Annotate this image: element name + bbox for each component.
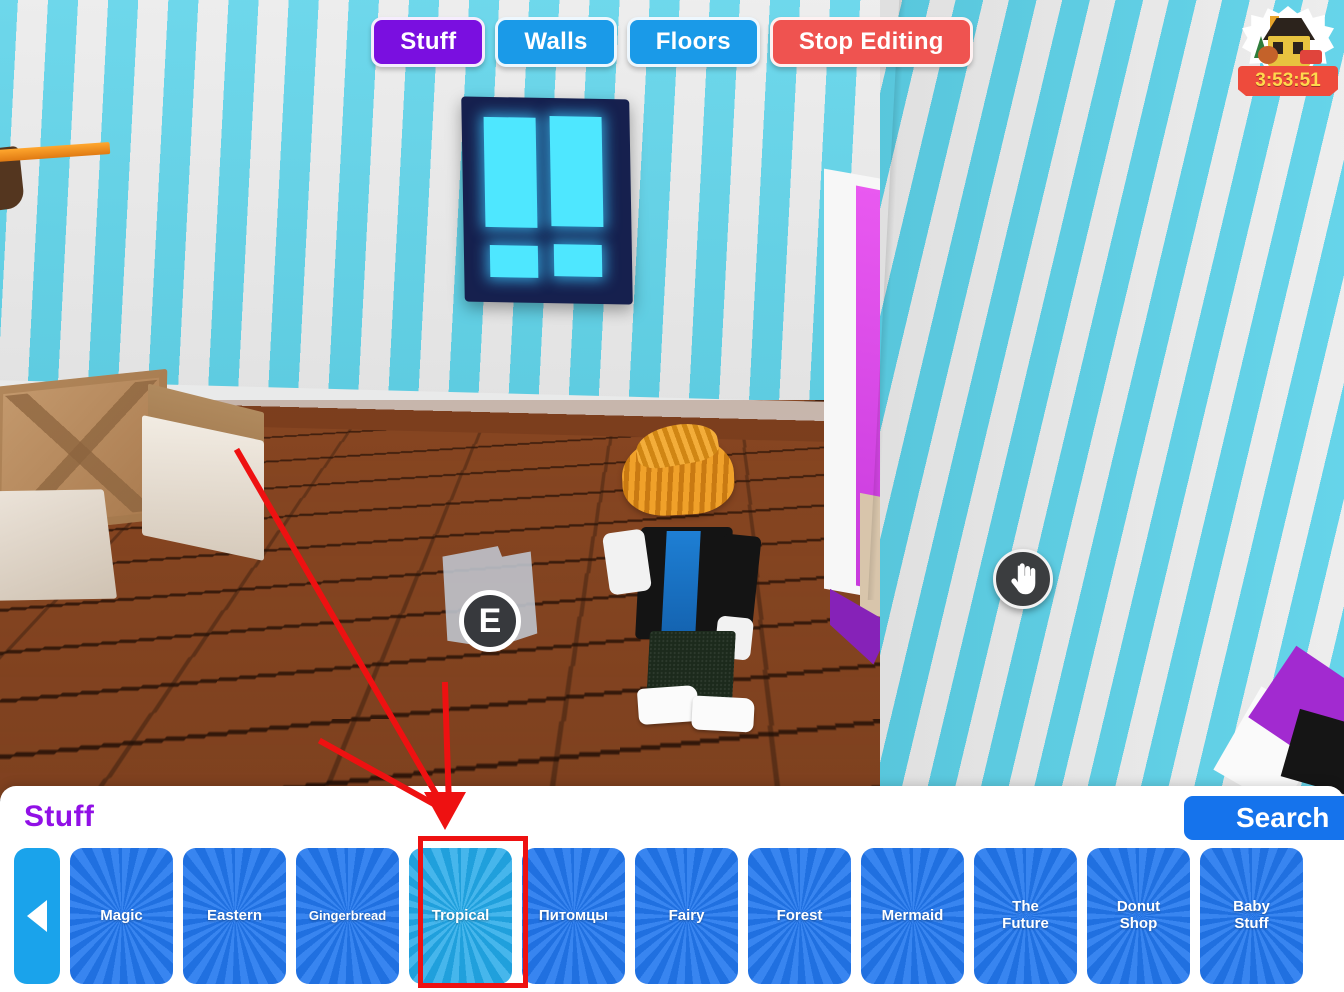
tab-stuff[interactable]: Stuff (371, 17, 486, 67)
window-pane (483, 116, 538, 228)
house-bush (1258, 46, 1278, 64)
cardboard-box[interactable] (0, 489, 118, 601)
tab-floors[interactable]: Floors (626, 17, 760, 67)
avatar-left-shoe (636, 684, 700, 726)
category-card-label: Magic (100, 906, 143, 924)
panel-title: Stuff (24, 800, 95, 833)
category-card[interactable]: Baby Stuff (1200, 848, 1303, 984)
e-key-prompt-icon[interactable]: E (459, 590, 521, 652)
wall-window[interactable] (461, 96, 633, 305)
house-timer-badge[interactable]: 3:53:51 (1238, 4, 1338, 108)
build-mode-toolbar: Stuff Walls Floors Stop Editing (0, 17, 1344, 67)
game-viewport[interactable]: E (0, 0, 1344, 800)
category-card[interactable]: Питомцы (522, 848, 625, 984)
category-card-label: The Future (1002, 898, 1049, 932)
avatar-shirt (661, 531, 701, 635)
window-pane (549, 116, 604, 227)
category-card-label: Mermaid (881, 906, 944, 924)
category-card-label: Eastern (206, 906, 263, 924)
house-timer-text: 3:53:51 (1238, 66, 1338, 96)
category-card[interactable]: Eastern (183, 848, 286, 984)
window-pane (553, 244, 603, 277)
category-card-list: Magic Eastern Gingerbread Tropical Питомцы Fa… (14, 848, 1344, 984)
category-card-label: Baby Stuff (1233, 898, 1270, 932)
stuff-panel: Stuff Search Magic Eastern Gingerbread Trop… (0, 786, 1344, 992)
category-card[interactable]: Tropical (409, 848, 512, 984)
category-card[interactable]: Gingerbread (296, 848, 399, 984)
avatar-left-arm (601, 528, 653, 596)
search-button[interactable]: Search (1184, 796, 1344, 840)
scroll-left-button[interactable] (14, 848, 60, 984)
category-card[interactable]: The Future (974, 848, 1077, 984)
category-card[interactable]: Fairy (635, 848, 738, 984)
game-screen: E Stuff Walls Floors Stop Editing 3:53:5… (0, 0, 1344, 992)
category-card[interactable]: Forest (748, 848, 851, 984)
cardboard-box[interactable] (142, 415, 264, 561)
player-avatar[interactable] (600, 418, 770, 733)
chevron-left-icon (27, 900, 47, 932)
stop-editing-button[interactable]: Stop Editing (769, 17, 973, 67)
category-card-label: Питомцы (538, 906, 609, 924)
category-card[interactable]: Magic (70, 848, 173, 984)
house-badge-icon (1254, 16, 1322, 68)
category-card-label: Tropical (431, 906, 490, 924)
category-card-label: Gingerbread (308, 907, 387, 923)
category-card[interactable]: Donut Shop (1087, 848, 1190, 984)
house-bike (1300, 50, 1322, 64)
window-pane (489, 245, 539, 278)
avatar-right-shoe (691, 695, 755, 733)
tab-walls[interactable]: Walls (495, 17, 617, 67)
category-card-label: Forest (776, 906, 823, 924)
category-card-label: Donut Shop (1116, 898, 1161, 932)
category-card-label: Fairy (668, 906, 705, 924)
category-card[interactable]: Mermaid (861, 848, 964, 984)
pointing-hand-icon[interactable] (993, 549, 1053, 609)
